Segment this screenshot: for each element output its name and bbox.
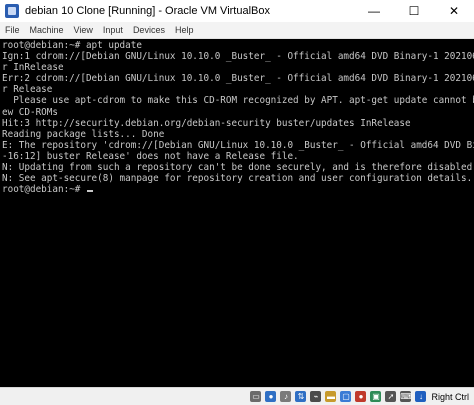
mouse-integration-icon[interactable]: ➚	[385, 391, 397, 402]
maximize-button[interactable]: ☐	[394, 0, 434, 22]
audio-icon[interactable]: ♪	[280, 391, 292, 402]
hard-disk-icon[interactable]: ▭	[250, 391, 262, 402]
keyboard-icon[interactable]: ⌨	[400, 391, 412, 402]
terminal-line: -16:12] buster Release' does not have a …	[2, 150, 299, 162]
vm-console[interactable]: root@debian:~# apt update Ign:1 cdrom://…	[0, 39, 474, 387]
terminal-line: Ign:1 cdrom://[Debian GNU/Linux 10.10.0 …	[2, 51, 474, 63]
menu-view[interactable]: View	[69, 25, 98, 35]
window-title: debian 10 Clone [Running] - Oracle VM Vi…	[25, 5, 270, 17]
terminal-cursor	[86, 190, 93, 193]
terminal-prompt-line[interactable]: root@debian:~#	[2, 184, 472, 195]
optical-drive-icon[interactable]: ●	[265, 391, 277, 402]
window-controls: — ☐ ✕	[354, 0, 474, 22]
display-icon[interactable]: ▢	[340, 391, 352, 402]
host-key-label: Right Ctrl	[431, 391, 469, 402]
minimize-button[interactable]: —	[354, 0, 394, 22]
host-key-arrow-icon: ↓	[415, 391, 427, 402]
terminal-prompt: root@debian:~#	[2, 184, 86, 196]
menu-machine[interactable]: Machine	[25, 25, 69, 35]
status-bar: ▭ ● ♪ ⇅ ⌁ ▬ ▢ ● ▣ ➚ ⌨ ↓ Right Ctrl	[0, 387, 474, 405]
terminal-line: r Release	[2, 84, 53, 96]
terminal-output: root@debian:~# apt update Ign:1 cdrom://…	[0, 39, 474, 195]
terminal-line: E: The repository 'cdrom://[Debian GNU/L…	[2, 139, 474, 151]
network-icon[interactable]: ⇅	[295, 391, 307, 402]
terminal-line: Err:2 cdrom://[Debian GNU/Linux 10.10.0 …	[2, 73, 474, 85]
title-bar: debian 10 Clone [Running] - Oracle VM Vi…	[0, 0, 474, 22]
video-capture-icon[interactable]: ●	[355, 391, 367, 402]
usb-icon[interactable]: ⌁	[310, 391, 322, 402]
close-button[interactable]: ✕	[434, 0, 474, 22]
menu-devices[interactable]: Devices	[128, 25, 170, 35]
terminal-line: Please use apt-cdrom to make this CD-ROM…	[13, 95, 474, 107]
terminal-line: N: Updating from such a repository can't…	[2, 162, 473, 174]
menu-file[interactable]: File	[0, 25, 25, 35]
terminal-line: N: See apt-secure(8) manpage for reposit…	[2, 173, 473, 185]
menu-bar: File Machine View Input Devices Help	[0, 22, 474, 39]
terminal-line: Reading package lists... Done	[2, 128, 165, 140]
cpu-icon[interactable]: ▣	[370, 391, 382, 402]
menu-input[interactable]: Input	[98, 25, 128, 35]
terminal-line: ew CD-ROMs	[2, 106, 58, 118]
shared-folders-icon[interactable]: ▬	[325, 391, 337, 402]
terminal-line: Hit:3 http://security.debian.org/debian-…	[2, 117, 411, 129]
terminal-line: r InRelease	[2, 62, 64, 74]
terminal-line: root@debian:~# apt update	[2, 40, 142, 51]
virtualbox-icon	[5, 4, 19, 18]
menu-help[interactable]: Help	[170, 25, 199, 35]
